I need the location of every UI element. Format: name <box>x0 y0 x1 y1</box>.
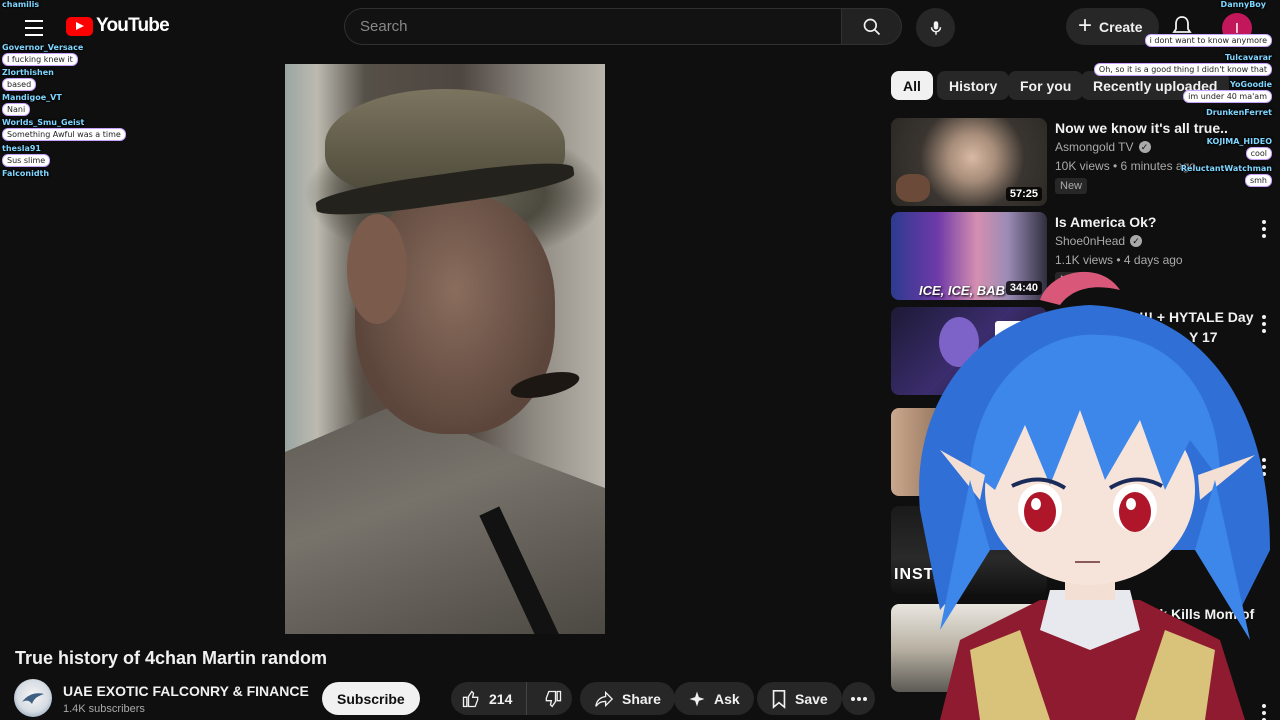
youtube-play-icon <box>66 16 93 36</box>
channel-name[interactable]: UAE EXOTIC FALCONRY & FINANCE <box>63 683 309 699</box>
chat-username: Tulcavarar <box>1224 53 1272 62</box>
search-button[interactable] <box>841 8 902 45</box>
chat-message: Mandigoe_VT Nani <box>2 93 62 116</box>
thumbs-down-icon <box>545 690 562 708</box>
subscriber-count: 1.4K subscribers <box>63 703 145 715</box>
chat-text: i dont want to know anymore <box>1144 34 1272 47</box>
masthead: YouTube + Create I <box>0 0 1280 56</box>
bookmark-icon <box>772 689 786 709</box>
video-title: True history of 4chan Martin random <box>15 648 328 668</box>
chat-text: based <box>2 78 37 91</box>
chat-message: Falconidth <box>2 169 49 178</box>
recommendation-channel-name: Asmongold TV <box>1055 140 1134 154</box>
chip-for-you[interactable]: For you <box>1008 71 1084 100</box>
video-thumbnail[interactable]: 57:25 <box>891 118 1047 206</box>
chat-username: DrunkenFerret <box>1206 108 1272 117</box>
chat-username: Zlorthishen <box>2 68 54 77</box>
chat-text: Oh, so it is a good thing I didn't know … <box>1093 63 1272 76</box>
chat-message: Zlorthishen based <box>2 68 54 91</box>
share-label: Share <box>622 690 661 707</box>
recommendation-title[interactable]: Now we know it's all true.. <box>1055 120 1228 136</box>
like-count: 214 <box>489 690 513 707</box>
chat-text: smh <box>1244 174 1272 187</box>
more-actions-button[interactable] <box>842 682 875 715</box>
chat-username: Worlds_Smu_Geist <box>2 118 85 127</box>
save-label: Save <box>795 690 828 707</box>
create-label: Create <box>1099 18 1143 35</box>
chip-all[interactable]: All <box>891 71 933 100</box>
microphone-icon <box>930 20 941 35</box>
ask-label: Ask <box>714 690 740 707</box>
logo-text: YouTube <box>96 15 170 36</box>
chat-message: ReluctantWatchman smh <box>1181 164 1272 187</box>
youtube-logo[interactable]: YouTube <box>66 15 170 37</box>
chat-message: Tulcavarar Oh, so it is a good thing I d… <box>1093 53 1272 76</box>
chat-text: I fucking knew it <box>2 53 78 66</box>
recommendation-item[interactable]: 57:25 Now we know it's all true.. Asmong… <box>891 118 1280 206</box>
chat-username: Governor_Versace <box>2 43 84 52</box>
recommendation-meta: 10K views • 6 minutes ago <box>1055 159 1196 173</box>
chat-username: DannyBoy <box>1220 0 1266 9</box>
falcon-logo-icon <box>22 693 44 704</box>
new-badge: New <box>1055 178 1088 194</box>
video-player[interactable] <box>285 64 605 634</box>
search-bar <box>344 8 902 45</box>
video-frame-shirt <box>285 404 605 634</box>
more-options-icon[interactable] <box>1262 220 1266 238</box>
more-horizontal-icon <box>850 696 867 701</box>
chat-username: KOJIMA_HIDEO <box>1206 137 1272 146</box>
chat-message: DannyBoy <box>1221 0 1266 9</box>
thumbs-up-icon <box>462 689 479 707</box>
chat-username: Mandigoe_VT <box>2 93 62 102</box>
chat-text: cool <box>1245 147 1272 160</box>
chat-username: Falconidth <box>2 169 50 178</box>
video-frame-ear <box>347 214 407 324</box>
chat-username: chamilis <box>2 0 40 9</box>
verified-check-icon: ✓ <box>1130 235 1143 247</box>
chat-message: i dont want to know anymore <box>1144 33 1272 47</box>
channel-avatar[interactable] <box>14 679 52 717</box>
chat-text: Sus slime <box>2 154 51 167</box>
chat-username: ReluctantWatchman <box>1180 164 1272 173</box>
chat-text: im under 40 ma'am <box>1183 90 1272 103</box>
plus-icon: + <box>1078 11 1093 39</box>
dislike-button[interactable] <box>535 689 572 709</box>
recommendation-channel[interactable]: Asmongold TV ✓ <box>1055 140 1151 154</box>
chat-message: thesla91 Sus slime <box>2 144 51 167</box>
voice-search-button[interactable] <box>916 8 955 47</box>
chat-message: KOJIMA_HIDEO cool <box>1207 137 1272 160</box>
chat-message: chamilis <box>2 0 39 9</box>
like-button[interactable]: 214 <box>451 682 527 715</box>
share-arrow-icon <box>595 690 614 707</box>
recommendation-title[interactable]: Is America Ok? <box>1055 214 1156 230</box>
search-icon <box>863 18 880 35</box>
chat-username: thesla91 <box>2 144 41 153</box>
vtuber-avatar-overlay <box>919 271 1270 720</box>
chat-message: DrunkenFerret <box>1206 108 1272 117</box>
save-button[interactable]: Save <box>757 682 842 715</box>
chat-message: Worlds_Smu_Geist Something Awful was a t… <box>2 118 126 141</box>
sparkle-icon <box>689 691 705 706</box>
ask-button[interactable]: Ask <box>674 682 754 715</box>
like-dislike-group: 214 <box>451 682 572 715</box>
chat-text: Nani <box>2 103 31 116</box>
thumbnail-streamer-cam <box>896 174 930 202</box>
video-duration: 57:25 <box>1005 187 1042 201</box>
share-button[interactable]: Share <box>580 682 675 715</box>
menu-icon[interactable] <box>20 14 48 42</box>
subscribe-button[interactable]: Subscribe <box>322 682 420 715</box>
chat-message: YoGoodie im under 40 ma'am <box>1183 80 1272 103</box>
chat-message: Governor_Versace I fucking knew it <box>2 43 83 66</box>
chat-username: YoGoodie <box>1229 80 1272 89</box>
chip-history[interactable]: History <box>937 71 1010 100</box>
recommendation-channel[interactable]: Shoe0nHead ✓ <box>1055 234 1143 248</box>
chat-text: Something Awful was a time <box>2 128 126 141</box>
verified-check-icon: ✓ <box>1138 141 1151 153</box>
search-input[interactable] <box>344 8 841 45</box>
recommendation-channel-name: Shoe0nHead <box>1055 234 1126 248</box>
